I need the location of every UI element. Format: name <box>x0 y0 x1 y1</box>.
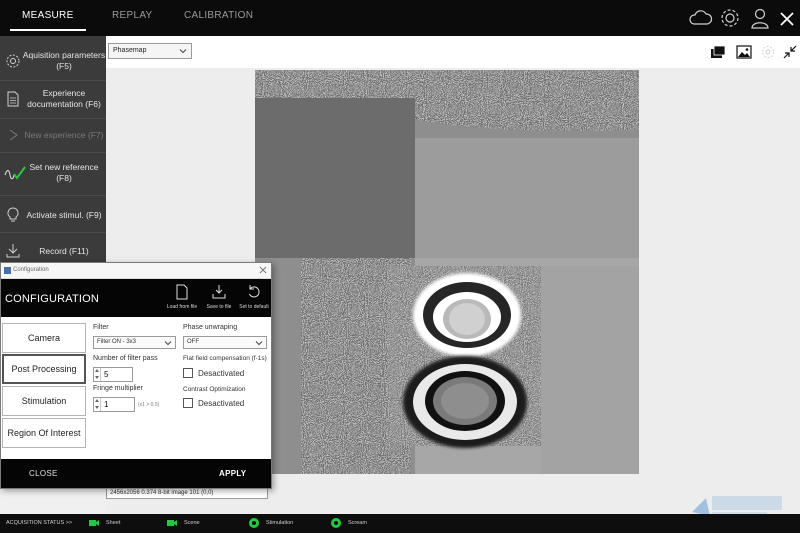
flat-field-checkbox[interactable] <box>183 368 193 378</box>
acquisition-status-bar: ACQUISITION STATUS >> Sheet Scene Stimul… <box>0 514 800 533</box>
user-icon[interactable] <box>746 4 774 32</box>
load-from-file-button[interactable]: Load from file <box>165 283 199 310</box>
status-stimulation-label: Stimulation <box>266 520 294 526</box>
filter-label: Filter <box>93 324 109 331</box>
lightbulb-icon <box>4 206 22 224</box>
filter-value: Filter ON - 3x3 <box>97 339 137 345</box>
phase-unwrap-value: OFF <box>187 339 199 345</box>
view-mode-value: Phasemap <box>113 47 147 54</box>
sidebar-item-label: Set new reference (F8) <box>29 162 99 183</box>
set-to-default-label: Set to default <box>239 304 269 310</box>
acquisition-status-label[interactable]: ACQUISITION STATUS >> <box>6 520 72 526</box>
settings-icon <box>4 52 22 70</box>
dialog-window-title: Configuration <box>13 267 49 273</box>
status-scene-label: Scene <box>184 520 200 526</box>
save-to-file-label: Save to file <box>206 304 232 310</box>
dialog-title: CONFIGURATION <box>5 293 100 305</box>
sidebar: Aquisition parameters (F5) Experience do… <box>0 36 106 266</box>
window-icon <box>4 267 11 274</box>
set-to-default-button[interactable]: Set to default <box>237 283 271 310</box>
sidebar-item-label: Activate stimul. (F9) <box>26 210 102 220</box>
tab-replay[interactable]: REPLAY <box>112 10 153 21</box>
dialog-titlebar: Configuration <box>1 263 271 279</box>
stepper-arrows[interactable] <box>94 398 101 411</box>
scream-status-icon <box>330 517 342 529</box>
divider <box>0 118 106 119</box>
filter-select[interactable]: Filter ON - 3x3 <box>93 336 176 349</box>
sidebar-item-label: Experience documentation (F6) <box>27 88 101 109</box>
tab-post-processing[interactable]: Post Processing <box>2 354 86 384</box>
tab-calibration[interactable]: CALIBRATION <box>184 10 253 21</box>
status-scream-label: Scream <box>348 520 367 526</box>
divider <box>0 80 106 81</box>
filter-pass-stepper[interactable]: 5 <box>93 367 133 382</box>
file-icon <box>174 283 190 301</box>
chevron-down-icon <box>164 339 172 347</box>
filter-pass-label: Number of filter pass <box>93 355 158 362</box>
stimulation-status-icon <box>248 517 260 529</box>
sidebar-item-activate-stimul[interactable]: Activate stimul. (F9) <box>0 204 106 226</box>
sidebar-item-set-new-reference[interactable]: Set new reference (F8) <box>0 160 106 186</box>
collapse-icon[interactable] <box>782 44 798 60</box>
tab-camera[interactable]: Camera <box>2 323 86 353</box>
phase-unwrap-select[interactable]: OFF <box>183 336 267 349</box>
download-icon <box>4 242 22 260</box>
camera-icon <box>166 517 178 529</box>
document-icon <box>4 90 22 108</box>
close-icon[interactable] <box>259 266 267 274</box>
filter-pass-value: 5 <box>104 370 109 379</box>
flat-field-label: Flat field compensation (f-1s) <box>183 355 267 362</box>
apply-button[interactable]: APPLY <box>219 469 246 478</box>
phase-unwrap-label: Phase unwraping <box>183 324 238 331</box>
tab-measure[interactable]: MEASURE <box>10 10 86 31</box>
fringe-multiplier-value: 1 <box>104 400 109 409</box>
reset-icon <box>246 283 262 301</box>
contrast-label: Contrast Optimization <box>183 386 246 393</box>
contrast-state: Desactivated <box>198 399 245 408</box>
fringe-multiplier-label: Fringe multiplier <box>93 385 143 392</box>
sidebar-item-experience-documentation[interactable]: Experience documentation (F6) <box>0 86 106 112</box>
close-button[interactable]: CLOSE <box>29 469 58 478</box>
view-mode-select[interactable]: Phasemap <box>108 43 192 59</box>
sidebar-item-label: Aquisition parameters (F5) <box>22 50 106 71</box>
divider <box>0 195 106 196</box>
layers-icon[interactable] <box>710 44 726 60</box>
fringe-multiplier-hint: (x1 > 0.5) <box>138 402 160 408</box>
phasemap-image[interactable] <box>255 70 639 474</box>
divider <box>0 232 106 233</box>
dialog-footer: CLOSE APPLY <box>1 459 271 488</box>
dialog-header: CONFIGURATION Load from file Save to fil… <box>1 279 271 317</box>
camera-icon <box>88 517 100 529</box>
sidebar-item-label: New experience (F7) <box>24 130 104 140</box>
settings-dim-icon <box>760 44 776 60</box>
sidebar-item-new-experience[interactable]: New experience (F7) <box>0 124 106 146</box>
close-icon[interactable] <box>776 4 798 32</box>
tab-stimulation[interactable]: Stimulation <box>2 386 86 416</box>
tab-region-of-interest[interactable]: Region Of Interest <box>2 418 86 448</box>
status-sheet-label: Sheet <box>106 520 121 526</box>
contrast-checkbox[interactable] <box>183 398 193 408</box>
stepper-arrows[interactable] <box>94 368 101 381</box>
play-icon <box>4 126 22 144</box>
save-to-file-button[interactable]: Save to file <box>203 283 235 310</box>
chevron-down-icon <box>179 47 187 55</box>
save-icon <box>211 283 227 301</box>
gear-icon[interactable] <box>716 4 744 32</box>
divider <box>0 152 106 153</box>
image-icon[interactable] <box>736 44 752 60</box>
chevron-down-icon <box>255 339 263 347</box>
fringe-multiplier-stepper[interactable]: 1 <box>93 397 135 412</box>
sidebar-item-record[interactable]: Record (F11) <box>0 240 106 262</box>
cloud-icon[interactable] <box>686 4 714 32</box>
sidebar-item-label: Record (F11) <box>39 246 89 256</box>
configuration-dialog: Configuration CONFIGURATION Load from fi… <box>0 262 272 489</box>
top-bar: MEASURE REPLAY CALIBRATION <box>0 0 800 36</box>
app-window: MEASURE REPLAY CALIBRATION Aquisition pa… <box>0 0 800 533</box>
load-from-file-label: Load from file <box>166 304 198 310</box>
sidebar-item-acquisition-parameters[interactable]: Aquisition parameters (F5) <box>0 48 106 74</box>
flat-field-state: Desactivated <box>198 369 245 378</box>
